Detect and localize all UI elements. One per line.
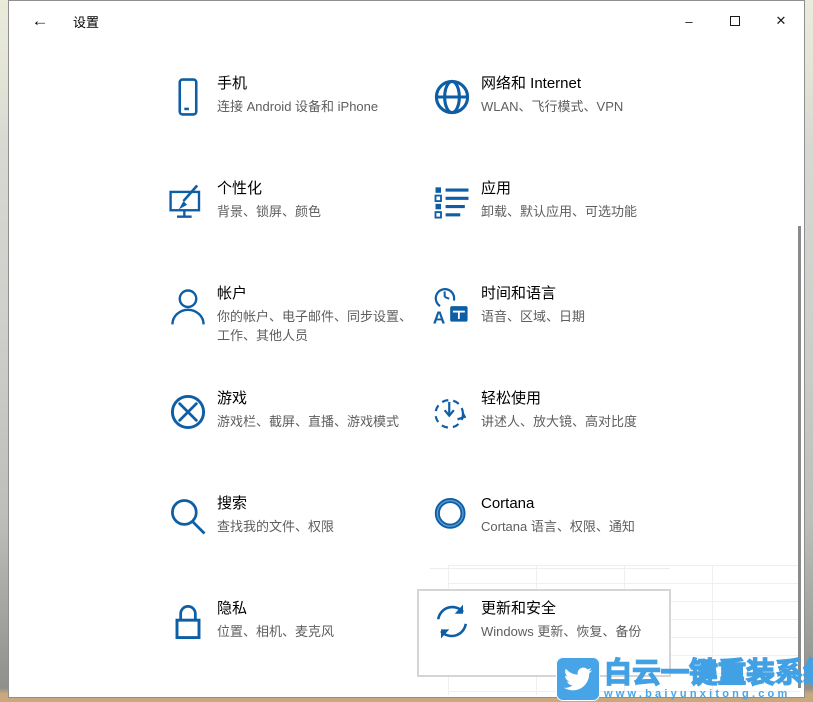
tile-desc: 游戏栏、截屏、直播、游戏模式	[217, 412, 414, 431]
tile-phone[interactable]: 手机 连接 Android 设备和 iPhone	[150, 71, 414, 176]
watermark-url: www.baiyunxitong.com	[604, 688, 813, 700]
title-bar: ← 设置 – ✕	[9, 1, 804, 41]
tile-ease-of-access[interactable]: 轻松使用 讲述人、放大镜、高对比度	[414, 386, 678, 491]
maximize-button[interactable]	[712, 1, 758, 41]
sync-icon	[430, 600, 476, 646]
maximize-icon	[730, 16, 740, 26]
tile-title: Cortana	[481, 494, 678, 514]
tile-title: 时间和语言	[481, 284, 678, 304]
tile-title: 搜索	[217, 494, 414, 514]
tile-title: 隐私	[217, 599, 414, 619]
tile-time-language[interactable]: A 时间和语言 语音、区域、日期	[414, 281, 678, 386]
minimize-button[interactable]: –	[666, 1, 712, 41]
time-language-icon: A	[430, 285, 476, 331]
tile-title: 应用	[481, 179, 678, 199]
tile-desc: 卸载、默认应用、可选功能	[481, 202, 678, 221]
tile-personalization[interactable]: 个性化 背景、锁屏、颜色	[150, 176, 414, 281]
tile-desc: 讲述人、放大镜、高对比度	[481, 412, 678, 431]
personalization-icon	[166, 180, 212, 226]
tile-apps[interactable]: 应用 卸载、默认应用、可选功能	[414, 176, 678, 281]
tile-desc: 背景、锁屏、颜色	[217, 202, 414, 221]
watermark: 白云一键重装系统 www.baiyunxitong.com	[556, 657, 813, 701]
tile-search[interactable]: 搜索 查找我的文件、权限	[150, 491, 414, 596]
tile-network-internet[interactable]: 网络和 Internet WLAN、飞行模式、VPN	[414, 71, 678, 176]
lock-icon	[166, 600, 212, 646]
accounts-icon	[166, 285, 212, 331]
close-button[interactable]: ✕	[758, 1, 804, 41]
tile-title: 手机	[217, 74, 414, 94]
tile-desc: WLAN、飞行模式、VPN	[481, 97, 678, 116]
svg-text:A: A	[433, 308, 446, 328]
tile-title: 网络和 Internet	[481, 74, 678, 94]
window-title: 设置	[73, 12, 99, 31]
tile-desc: Cortana 语言、权限、通知	[481, 517, 678, 536]
globe-icon	[430, 75, 476, 121]
tile-title: 个性化	[217, 179, 414, 199]
tile-accounts[interactable]: 帐户 你的帐户、电子邮件、同步设置、工作、其他人员	[150, 281, 414, 386]
tile-privacy[interactable]: 隐私 位置、相机、麦克风	[150, 596, 414, 698]
bird-icon	[556, 657, 600, 701]
tile-desc: 你的帐户、电子邮件、同步设置、工作、其他人员	[217, 307, 414, 345]
phone-icon	[166, 75, 212, 121]
tile-desc: 连接 Android 设备和 iPhone	[217, 97, 414, 116]
tile-desc: Windows 更新、恢复、备份	[481, 622, 678, 641]
tile-title: 更新和安全	[481, 599, 678, 619]
tile-title: 游戏	[217, 389, 414, 409]
search-icon	[166, 495, 212, 541]
tile-desc: 语音、区域、日期	[481, 307, 678, 326]
games-icon	[166, 390, 212, 436]
tile-games[interactable]: 游戏 游戏栏、截屏、直播、游戏模式	[150, 386, 414, 491]
tile-title: 帐户	[217, 284, 414, 304]
vertical-scrollbar-thumb[interactable]	[798, 226, 801, 688]
tile-cortana[interactable]: Cortana Cortana 语言、权限、通知	[414, 491, 678, 596]
back-button[interactable]: ←	[23, 4, 57, 38]
apps-icon	[430, 180, 476, 226]
watermark-text: 白云一键重装系统	[604, 657, 813, 688]
window-controls: – ✕	[666, 1, 804, 41]
settings-tile-grid: 手机 连接 Android 设备和 iPhone 网络和 Internet WL…	[150, 71, 678, 698]
tile-title: 轻松使用	[481, 389, 678, 409]
cortana-icon	[430, 495, 476, 541]
tile-desc: 查找我的文件、权限	[217, 517, 414, 536]
tile-desc: 位置、相机、麦克风	[217, 622, 414, 641]
ease-of-access-icon	[430, 390, 476, 436]
settings-window: ← 设置 – ✕ 手机 连接 Android 设备和 iPhone	[8, 0, 805, 698]
